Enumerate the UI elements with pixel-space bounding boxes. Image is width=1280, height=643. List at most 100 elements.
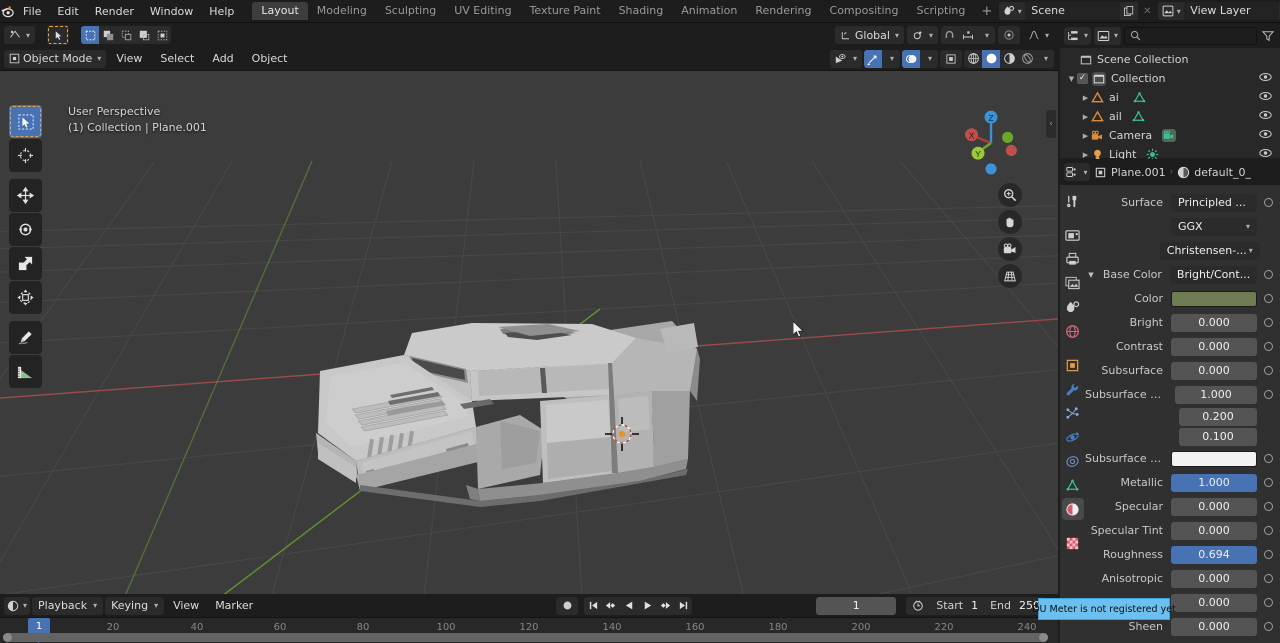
unlink-scene-button[interactable]: ✕ [1138,2,1156,20]
timeline-menu-view[interactable]: View [166,597,206,615]
anisotropic-rotation-value-field[interactable]: 0.000 [1171,593,1257,612]
animate-property-dot[interactable] [1261,547,1276,562]
pivot-point-selector[interactable]: ▾ [906,26,938,44]
editor-type-properties-icon[interactable]: ▾ [1064,163,1090,181]
contrast-value-field[interactable]: 0.000 [1171,337,1257,356]
select-intersect-button[interactable] [153,26,171,44]
disclosure-triangle-icon[interactable]: ▶ [1080,94,1091,102]
interaction-mode-selector[interactable]: Object Mode ▾ [4,49,107,68]
tool-tab[interactable] [1062,190,1084,212]
tab-scripting[interactable]: Scripting [907,2,974,20]
move-tool[interactable] [9,179,42,212]
gizmo-dropdown[interactable]: ▾ [882,50,900,68]
snap-target-icon[interactable] [959,26,977,44]
object-data-tab[interactable] [1062,474,1084,496]
timeline-ruler[interactable]: 1 20 40 60 80 100 120 140 160 180 200 22… [0,618,1058,643]
tweak-select-box-tool[interactable] [9,105,42,138]
menu-file[interactable]: File [15,2,49,21]
animate-property-dot[interactable] [1261,619,1276,634]
render-tab[interactable] [1062,224,1084,246]
hide-in-viewport-icon[interactable] [1259,110,1272,123]
sheen-value-field[interactable]: 0.000 [1171,617,1257,636]
view-layer-name[interactable]: View Layer [1184,2,1280,20]
view-layer-tab[interactable] [1062,272,1084,294]
outliner-row-camera[interactable]: ▶ Camera [1060,126,1280,145]
disclosure-triangle-icon[interactable]: ▶ [1080,132,1091,140]
outliner-row-scene-collection[interactable]: Scene Collection [1060,50,1280,69]
menu-edit[interactable]: Edit [49,2,86,21]
hide-in-viewport-icon[interactable] [1259,72,1272,85]
disclosure-triangle-icon[interactable]: ▼ [1066,75,1077,83]
viewport-menu-object[interactable]: Object [244,50,296,68]
subsurface-radius-x[interactable]: 1.000 [1175,385,1257,404]
falloff-selector[interactable]: ▾ [1023,26,1054,44]
filter-id-icon[interactable]: ▾ [1094,26,1122,45]
outliner-search-input[interactable] [1124,26,1257,45]
next-keyframe-icon[interactable] [656,597,674,615]
output-tab[interactable] [1062,248,1084,270]
tab-modeling[interactable]: Modeling [308,2,376,20]
funnel-icon[interactable] [1260,30,1276,42]
jump-to-start-icon[interactable] [584,597,602,615]
tab-layout[interactable]: Layout [252,2,308,20]
animate-property-dot[interactable] [1261,339,1276,354]
hide-in-viewport-icon[interactable] [1259,91,1272,104]
tab-shading[interactable]: Shading [610,2,673,20]
jump-to-end-icon[interactable] [674,597,692,615]
timeline-scrollbar[interactable] [3,633,1048,642]
collection-checkbox[interactable] [1077,73,1088,84]
animate-property-dot[interactable] [1261,571,1276,586]
select-set-button[interactable] [81,26,100,44]
shading-rendered-button[interactable] [1018,50,1036,68]
snap-magnet-icon[interactable] [941,26,959,44]
navigation-gizmo[interactable]: Z X Y [954,106,1028,180]
base-color-node-select[interactable]: Bright/Cont... [1169,265,1258,284]
animate-property-dot[interactable] [1261,387,1276,402]
zoom-icon[interactable] [998,183,1022,207]
animate-property-dot[interactable] [1261,267,1276,282]
shading-wireframe-button[interactable] [964,50,982,68]
scrollbar-handle-left[interactable] [3,633,12,642]
anisotropic-value-field[interactable]: 0.000 [1171,569,1257,588]
scrollbar-handle-right[interactable] [1039,633,1048,642]
rotate-tool[interactable] [9,213,42,246]
specular-value-field[interactable]: 0.000 [1171,497,1257,516]
proportional-edit-toggle[interactable] [997,26,1020,44]
select-extend-button[interactable] [99,26,117,44]
bright-value-field[interactable]: 0.000 [1171,313,1257,332]
tab-rendering[interactable]: Rendering [746,2,820,20]
overlays-icon[interactable] [902,49,920,68]
new-scene-button[interactable] [1120,2,1139,20]
color-swatch[interactable] [1171,290,1257,307]
xray-toggle[interactable] [940,49,962,68]
scene-tab[interactable] [1062,296,1084,318]
menu-window[interactable]: Window [142,2,201,21]
tab-compositing[interactable]: Compositing [821,2,908,20]
menu-render[interactable]: Render [87,2,142,21]
hide-in-viewport-icon[interactable] [1259,129,1272,142]
menu-help[interactable]: Help [201,2,242,21]
metallic-slider[interactable]: 1.000 [1171,473,1257,492]
outliner-row-collection[interactable]: ▼ Collection [1060,69,1280,88]
shading-material-preview-button[interactable] [1000,50,1018,68]
annotate-tool[interactable] [9,321,42,354]
timeline-menu-marker[interactable]: Marker [208,597,260,615]
animate-property-dot[interactable] [1261,499,1276,514]
specular-tint-value-field[interactable]: 0.000 [1171,521,1257,540]
cursor-tool[interactable] [9,139,42,172]
outliner-display-mode-icon[interactable]: ▾ [1064,26,1092,45]
subsurface-value-field[interactable]: 0.000 [1171,361,1257,380]
object-visibility-selector[interactable]: ▾ [829,49,862,68]
tab-animation[interactable]: Animation [672,2,746,20]
measure-tool[interactable] [9,355,42,388]
viewport-menu-select[interactable]: Select [152,50,202,68]
subsurface-method-select[interactable]: Christensen-... ▾ [1159,241,1260,260]
blender-logo-icon[interactable] [0,0,15,23]
shading-solid-button[interactable] [982,49,1000,68]
active-tool-icon[interactable] [47,25,70,45]
viewport-menu-view[interactable]: View [108,50,150,68]
scene-selector[interactable]: ▾ Scene ✕ [999,2,1156,20]
viewport-canvas[interactable]: User Perspective (1) Collection | Plane.… [0,71,1058,594]
pan-hand-icon[interactable] [998,210,1022,234]
toggle-perspective-icon[interactable] [998,264,1022,288]
